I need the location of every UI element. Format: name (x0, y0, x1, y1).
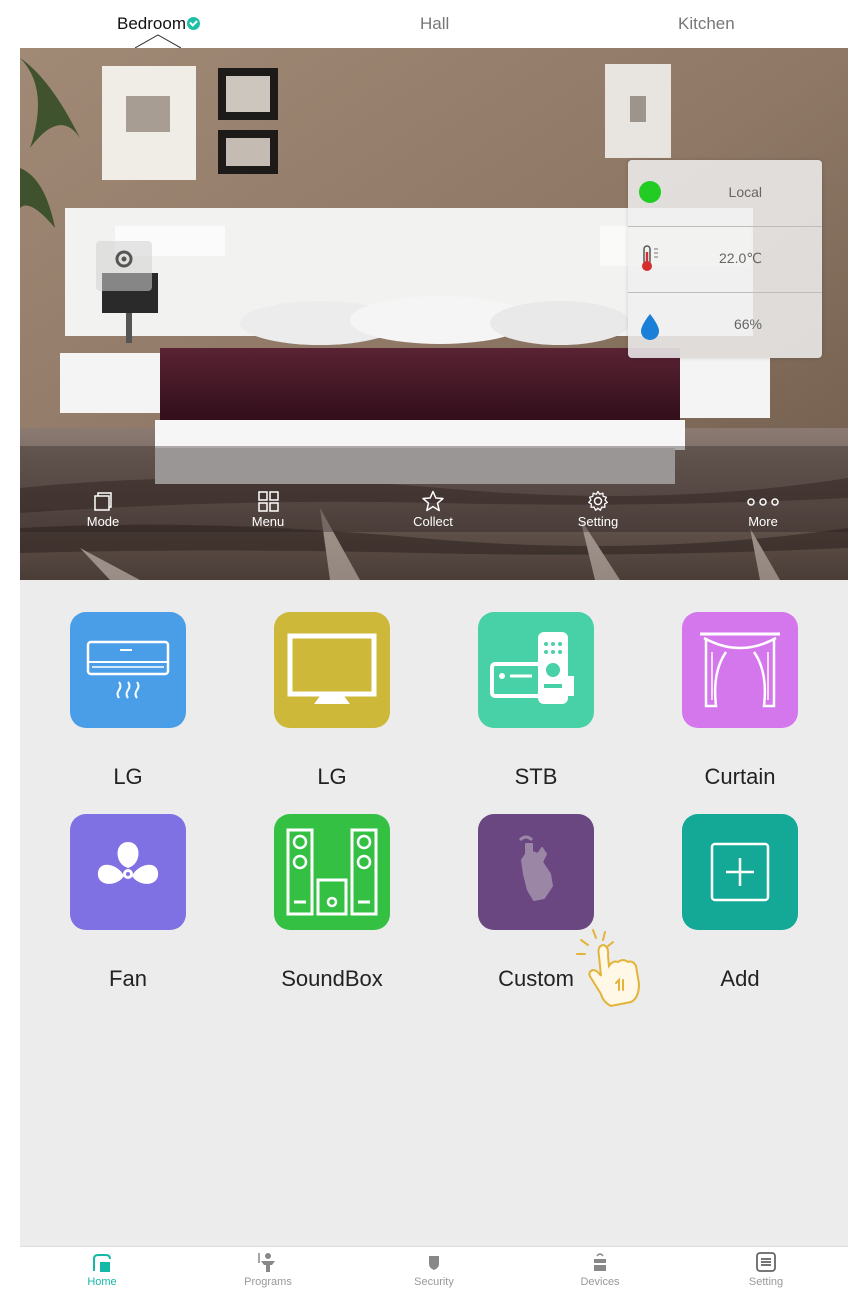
device-tile[interactable] (478, 814, 594, 930)
tv-icon (287, 633, 377, 704)
device-tile[interactable] (478, 612, 594, 728)
collect-label: Collect (413, 514, 453, 529)
speakers-icon (286, 828, 378, 916)
shield-icon (429, 1256, 439, 1270)
bottom-navigation: Home Programs Security Devices Setting (20, 1246, 848, 1293)
device-tile[interactable] (274, 612, 390, 728)
device-lg-tv[interactable]: LG (262, 612, 402, 790)
power-icon (115, 250, 133, 268)
water-drop-icon (641, 314, 659, 340)
add-icon (710, 842, 770, 902)
collect-button[interactable]: Collect (393, 490, 473, 529)
device-label: Add (720, 966, 760, 991)
tab-kitchen[interactable]: Kitchen (678, 14, 735, 34)
tab-bedroom-label: Bedroom (117, 14, 186, 33)
device-add[interactable]: Add (670, 814, 810, 992)
more-dots-icon (747, 498, 779, 506)
device-label: SoundBox (281, 966, 383, 991)
active-tab-indicator (135, 34, 181, 48)
grid-icon (258, 491, 279, 512)
setting-button[interactable]: Setting (558, 490, 638, 529)
device-tile[interactable] (682, 814, 798, 930)
nav-programs-label: Programs (244, 1276, 292, 1288)
device-tile[interactable] (682, 612, 798, 728)
humidity-row: 66% (628, 292, 822, 358)
tab-hall-label: Hall (420, 14, 450, 33)
selected-check-icon (186, 17, 200, 31)
device-label: STB (514, 764, 558, 789)
nav-programs[interactable]: Programs (223, 1251, 313, 1288)
nav-home[interactable]: Home (57, 1251, 147, 1288)
setting-list-icon (756, 1252, 776, 1272)
tab-bedroom[interactable]: Bedroom (117, 14, 200, 34)
custom-remote-icon (518, 835, 553, 901)
device-soundbox[interactable]: SoundBox (262, 814, 402, 992)
tap-hand-icon (576, 929, 641, 1008)
set-top-box-icon (490, 632, 574, 704)
room-tab-bar: Bedroom Hall Kitchen (20, 0, 848, 48)
more-button[interactable]: More (723, 490, 803, 529)
nav-setting[interactable]: Setting (721, 1251, 811, 1288)
star-icon (422, 490, 444, 512)
more-label: More (748, 514, 778, 529)
menu-label: Menu (251, 514, 285, 529)
device-lg-ac[interactable]: LG (58, 612, 198, 790)
nav-devices[interactable]: Devices (555, 1251, 645, 1288)
nav-security-label: Security (414, 1276, 454, 1288)
device-tile[interactable] (70, 814, 186, 930)
device-label: LG (317, 764, 347, 789)
temperature-row: 22.0℃ (628, 226, 822, 293)
nav-home-label: Home (87, 1276, 117, 1288)
device-fan[interactable]: Fan (58, 814, 198, 992)
light-toggle-button[interactable] (96, 241, 152, 291)
menu-button[interactable]: Menu (228, 490, 308, 529)
humidity-value: 66% (733, 316, 762, 332)
temperature-value: 22.0℃ (719, 250, 762, 266)
mode-label: Mode (86, 514, 120, 529)
device-label: Fan (109, 966, 147, 991)
status-dot-icon (639, 181, 661, 203)
home-icon (93, 1254, 111, 1272)
device-tile[interactable] (274, 814, 390, 930)
thermometer-icon (642, 245, 658, 271)
nav-security[interactable]: Security (389, 1251, 479, 1288)
setting-label: Setting (577, 514, 619, 529)
room-status-panel: Local 22.0℃ 66% (628, 160, 822, 358)
device-label: LG (113, 764, 143, 789)
room-photo: Local 22.0℃ 66% Mode Menu Collect Settin… (20, 48, 848, 580)
device-label: Curtain (704, 764, 776, 789)
fan-icon (97, 842, 159, 884)
tab-kitchen-label: Kitchen (678, 14, 735, 33)
nav-devices-label: Devices (580, 1276, 620, 1288)
device-tile[interactable] (70, 612, 186, 728)
app-screen: Bedroom Hall Kitchen Local 22.0℃ 66% Mod… (20, 0, 848, 1293)
curtain-icon (700, 632, 780, 708)
device-curtain[interactable]: Curtain (670, 612, 810, 790)
connection-status-row: Local (628, 160, 822, 227)
mode-icon (94, 492, 112, 511)
mode-button[interactable]: Mode (63, 490, 143, 529)
nav-setting-label: Setting (748, 1276, 784, 1288)
tab-hall[interactable]: Hall (420, 14, 449, 34)
connection-status: Local (728, 184, 762, 200)
programs-icon (258, 1253, 275, 1272)
gear-icon (588, 490, 608, 511)
air-conditioner-icon (86, 640, 170, 699)
device-stb[interactable]: STB (466, 612, 606, 790)
devices-icon (594, 1253, 606, 1271)
